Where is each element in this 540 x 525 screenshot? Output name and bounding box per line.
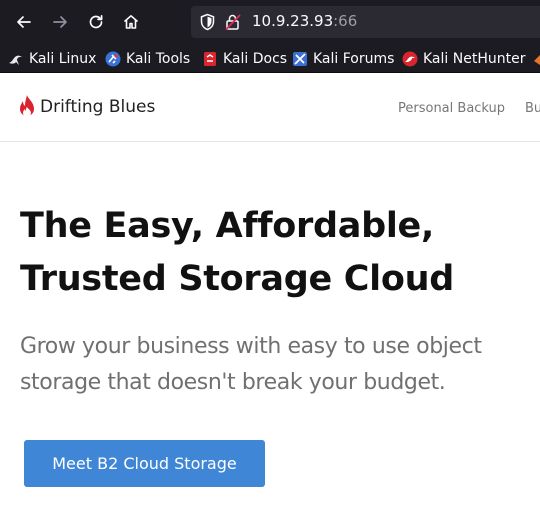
kali-forums-icon xyxy=(292,51,308,67)
bookmark-kali-docs[interactable]: Kali Docs xyxy=(202,49,287,69)
bookmark-overflow[interactable] xyxy=(532,49,540,69)
forward-button[interactable] xyxy=(49,11,71,33)
bookmark-kali-forums[interactable]: Kali Forums xyxy=(292,49,394,69)
hero-title: The Easy, Affordable, Trusted Storage Cl… xyxy=(20,200,520,306)
url-port: :66 xyxy=(333,12,358,30)
kali-dragon-icon xyxy=(8,51,24,67)
hero-subtitle: Grow your business with easy to use obje… xyxy=(20,329,520,401)
meet-b2-cloud-storage-button[interactable]: Meet B2 Cloud Storage xyxy=(24,440,265,487)
reload-button[interactable] xyxy=(85,11,107,33)
arrow-left-icon xyxy=(17,16,31,28)
home-button[interactable] xyxy=(120,11,142,33)
arrow-right-icon xyxy=(53,16,67,28)
bookmark-kali-tools[interactable]: Kali Tools xyxy=(105,49,190,69)
nav-link-personal-backup[interactable]: Personal Backup xyxy=(398,101,505,116)
shield-icon[interactable] xyxy=(199,13,216,31)
hero-subtitle-line-2: storage that doesn't break your budget. xyxy=(20,370,446,395)
nav-link-business[interactable]: Bu xyxy=(525,101,540,116)
reload-icon xyxy=(89,14,103,29)
bookmark-orange-icon xyxy=(532,51,540,67)
bookmark-label: Kali Tools xyxy=(126,51,191,67)
bookmark-label: Kali Forums xyxy=(313,51,395,67)
site-header: Drifting Blues Personal Backup Bu xyxy=(0,74,540,142)
bookmark-label: Kali NetHunter xyxy=(423,51,526,67)
kali-tools-icon xyxy=(105,51,121,67)
hero-title-line-1: The Easy, Affordable, xyxy=(20,206,434,246)
kali-docs-icon xyxy=(202,51,218,67)
back-button[interactable] xyxy=(13,11,35,33)
bookmark-kali-nethunter[interactable]: Kali NetHunter xyxy=(402,49,525,69)
hero-subtitle-line-1: Grow your business with easy to use obje… xyxy=(20,334,482,359)
home-icon xyxy=(123,15,139,29)
address-bar[interactable]: 10.9.23.93:66 xyxy=(191,6,540,38)
brand-logo[interactable]: Drifting Blues xyxy=(18,94,155,120)
bookmarks-toolbar: Kali Linux Kali Tools Kali Docs Kali For… xyxy=(0,44,540,73)
url-text[interactable]: 10.9.23.93:66 xyxy=(252,12,357,30)
bookmark-kali-linux[interactable]: Kali Linux xyxy=(8,49,96,69)
bookmark-label: Kali Docs xyxy=(223,51,288,67)
kali-nethunter-icon xyxy=(402,51,418,67)
brand-name: Drifting Blues xyxy=(40,97,156,117)
browser-toolbar: 10.9.23.93:66 xyxy=(0,0,540,44)
flame-logo-icon xyxy=(20,95,34,117)
hero-title-line-2: Trusted Storage Cloud xyxy=(20,259,454,299)
insecure-lock-icon[interactable] xyxy=(224,13,242,31)
bookmark-label: Kali Linux xyxy=(29,51,97,67)
url-host: 10.9.23.93 xyxy=(252,12,334,30)
